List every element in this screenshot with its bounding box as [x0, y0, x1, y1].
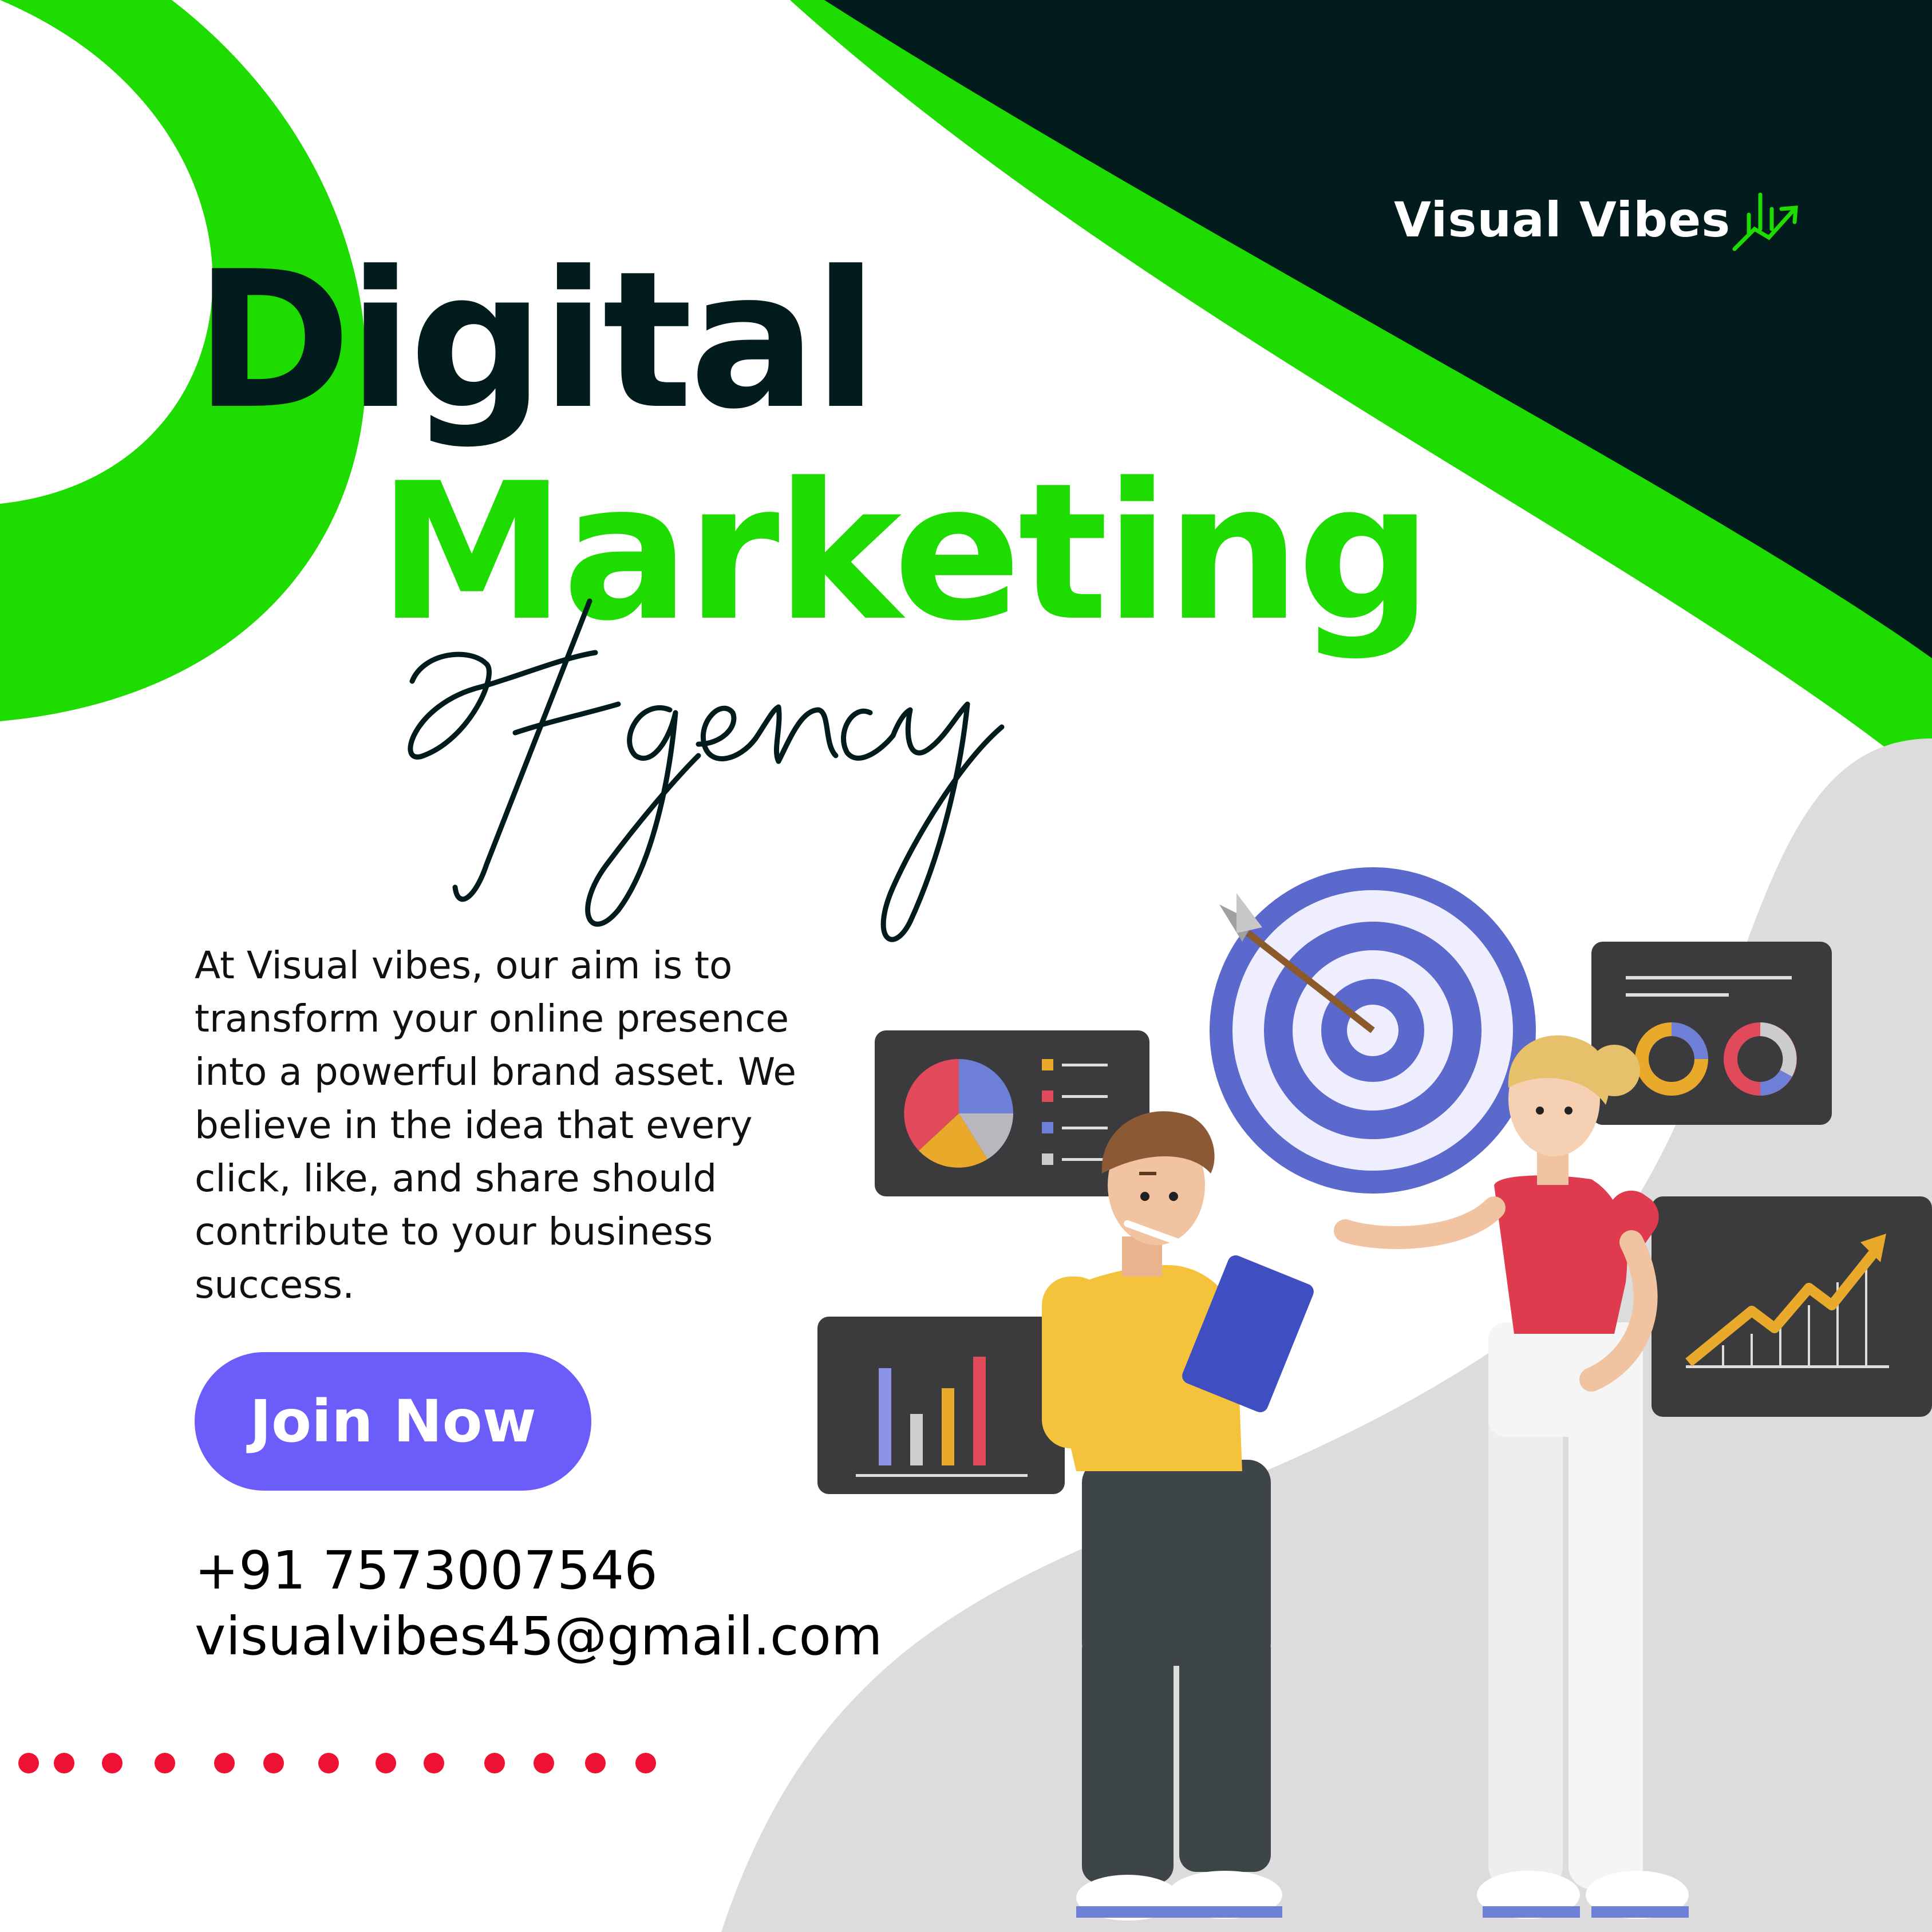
- growth-chart-icon: [1732, 192, 1798, 251]
- bar-chart-panel: [817, 1317, 1065, 1494]
- donut-chart-panel: [1591, 942, 1832, 1125]
- contact-phone[interactable]: +91 7573007546: [195, 1540, 658, 1601]
- poster: Visual Vibes Digital Marketing At Visual…: [0, 0, 1932, 1932]
- brand-name: Visual Vibes: [1394, 192, 1731, 248]
- man-figure: [1042, 1111, 1314, 1921]
- decorative-dots: [18, 1753, 656, 1773]
- pie-chart-panel: [875, 1030, 1149, 1196]
- contact-email[interactable]: visualvibes45@gmail.com: [195, 1606, 882, 1667]
- pie-chart-icon: [904, 1058, 1013, 1168]
- illustration-scene: [817, 867, 1932, 1921]
- intro-paragraph: At Visual vibes, our aim is to transform…: [195, 943, 797, 1307]
- line-chart-panel: [1652, 1196, 1932, 1417]
- join-now-button[interactable]: Join Now: [195, 1352, 591, 1491]
- headline-digital: Digital: [195, 231, 878, 451]
